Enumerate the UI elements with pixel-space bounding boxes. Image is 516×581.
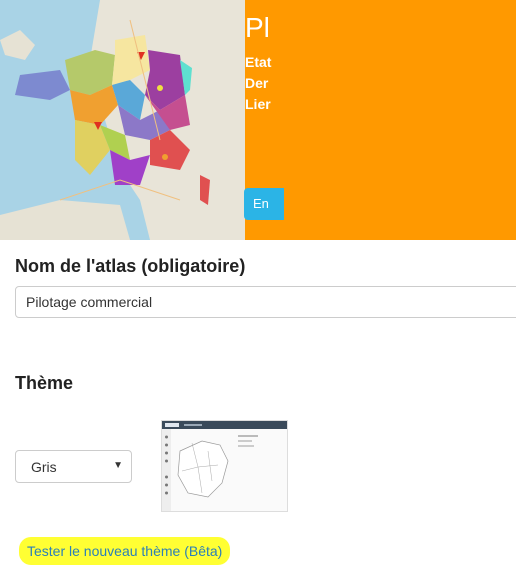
banner-title: Pl — [245, 12, 270, 43]
theme-preview-image — [161, 420, 288, 512]
banner-info-line: Der — [245, 75, 269, 91]
banner-info-line: Lier — [245, 96, 271, 112]
atlas-map-image — [0, 0, 245, 240]
atlas-name-input[interactable] — [15, 286, 516, 318]
banner-button[interactable]: En — [244, 188, 284, 220]
chevron-down-icon: ▼ — [113, 460, 123, 471]
theme-select[interactable]: Gris ▼ — [15, 450, 132, 483]
banner-info-line: Etat — [245, 54, 272, 70]
atlas-banner — [245, 0, 516, 240]
theme-select-value: Gris — [31, 459, 57, 475]
atlas-name-label: Nom de l'atlas (obligatoire) — [15, 256, 246, 276]
test-new-theme-link[interactable]: Tester le nouveau thème (Bêta) — [19, 537, 231, 565]
theme-label: Thème — [15, 373, 74, 393]
banner-info: Etat Der Lier — [245, 52, 271, 115]
